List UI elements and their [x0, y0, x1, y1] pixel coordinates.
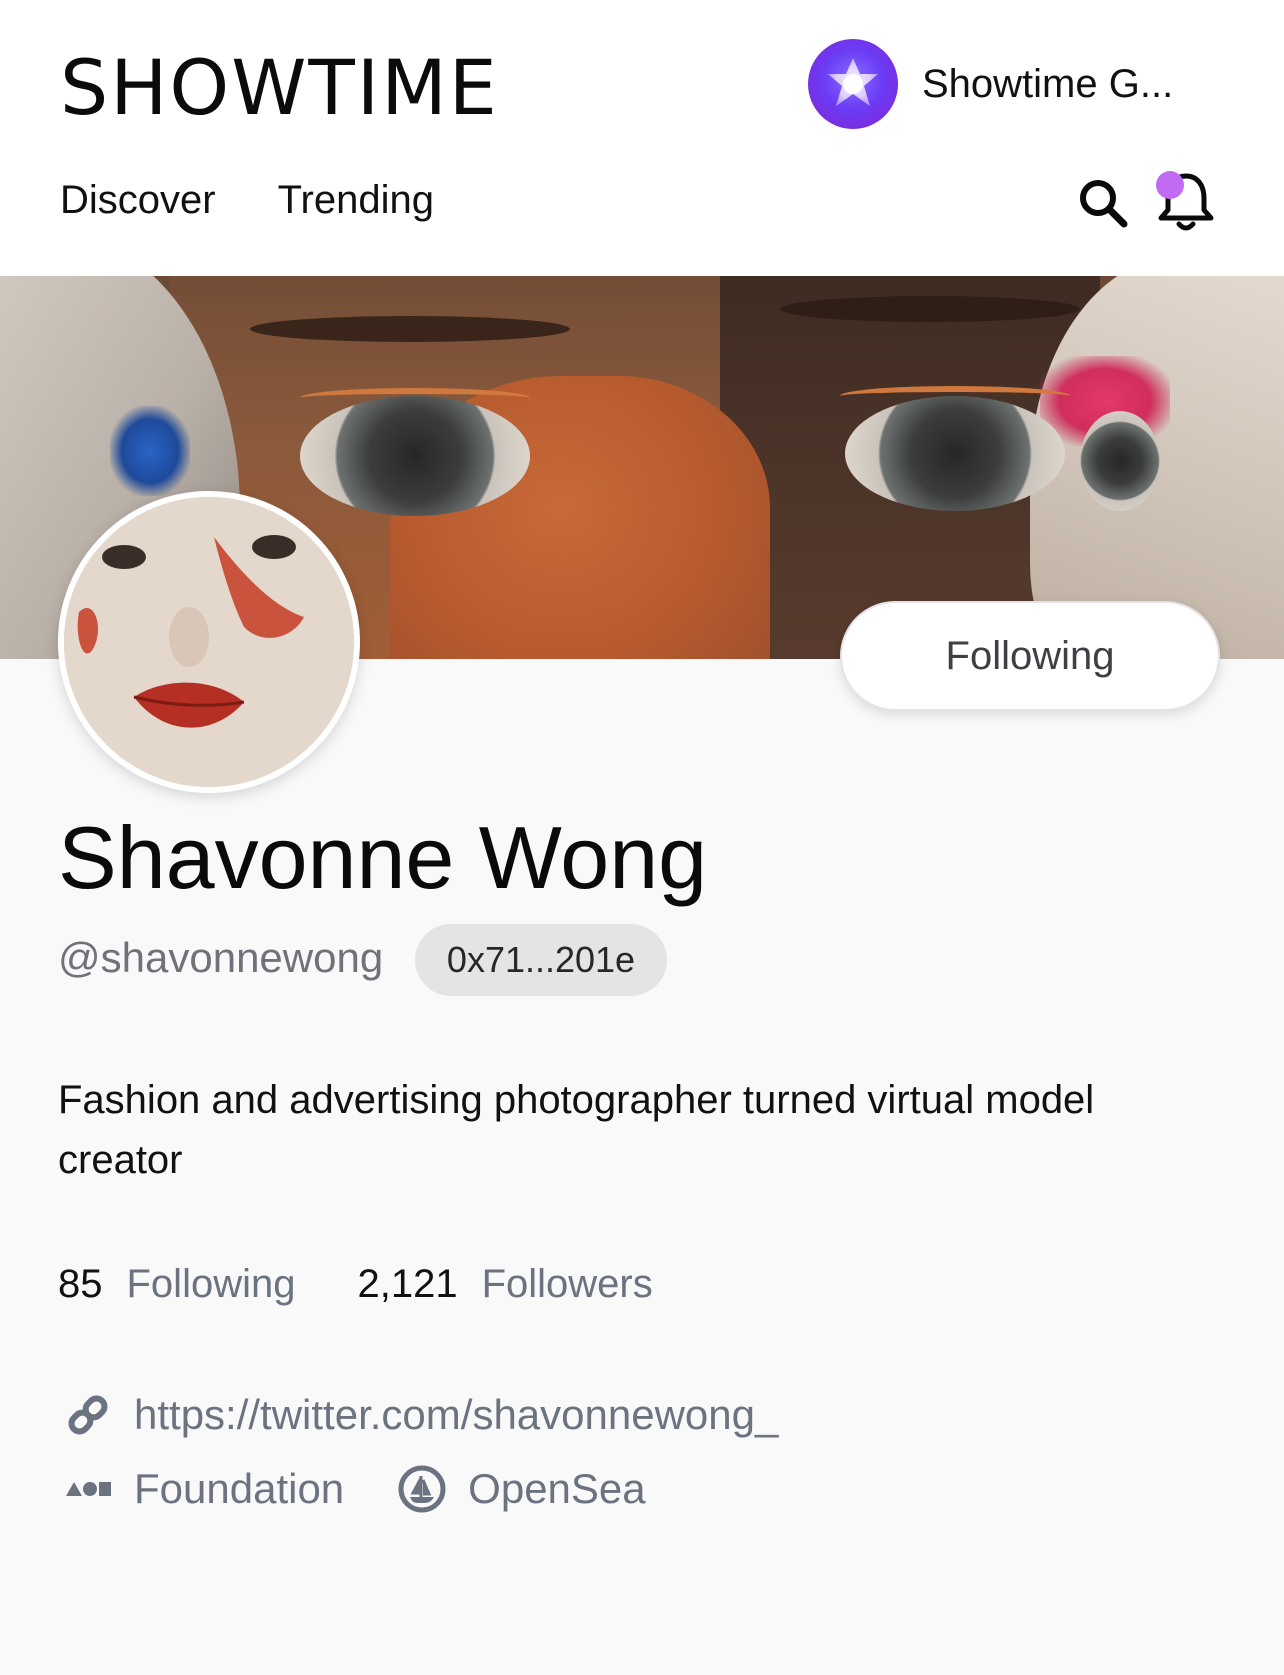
marketplace-links-row: Foundation OpenSea [58, 1454, 778, 1524]
link-icon [58, 1390, 118, 1440]
followers-count: 2,121 [357, 1262, 458, 1306]
search-icon [1080, 180, 1128, 228]
profile-bio: Fashion and advertising photographer tur… [58, 1078, 1095, 1182]
account-name: Showtime G... [922, 61, 1174, 106]
showtime-logo[interactable]: SHOWTIME [60, 38, 499, 138]
main-nav: Discover Trending [60, 178, 434, 223]
website-link-text: https://twitter.com/shavonnewong_ [134, 1391, 779, 1438]
top-header: SHOWTIME Showtime G... Discover Trending [0, 0, 1284, 276]
profile-handle: @shavonnewong [58, 934, 384, 981]
opensea-link-text: OpenSea [468, 1465, 646, 1512]
followers-label: Followers [481, 1262, 653, 1306]
profile-links: https://twitter.com/shavonnewong_ Founda… [58, 1380, 778, 1524]
following-label: Following [126, 1262, 296, 1306]
profile-stats: 85 Following 2,121 Followers [58, 1262, 653, 1307]
website-link[interactable]: https://twitter.com/shavonnewong_ [58, 1390, 778, 1440]
following-stat[interactable]: 85 Following [58, 1262, 295, 1307]
nav-discover[interactable]: Discover [60, 178, 216, 223]
notification-dot [1156, 171, 1184, 199]
opensea-icon [392, 1464, 452, 1514]
foundation-link[interactable]: Foundation [58, 1464, 344, 1514]
account-avatar [808, 39, 898, 129]
account-switcher[interactable]: Showtime G... [808, 38, 1173, 130]
foundation-link-text: Foundation [134, 1465, 345, 1512]
search-button[interactable] [1076, 176, 1130, 230]
star-icon [828, 58, 878, 106]
profile-name: Shavonne Wong [58, 808, 708, 907]
followers-stat[interactable]: 2,121 Followers [357, 1262, 652, 1307]
foundation-icon [58, 1464, 118, 1514]
nav-trending[interactable]: Trending [278, 178, 434, 223]
following-button[interactable]: Following [840, 601, 1220, 711]
website-link-row: https://twitter.com/shavonnewong_ [58, 1380, 778, 1450]
profile-avatar[interactable] [58, 491, 360, 793]
wallet-address-chip[interactable]: 0x71...201e [415, 924, 667, 996]
profile-photo-icon [64, 497, 354, 787]
following-count: 85 [58, 1262, 103, 1306]
opensea-link[interactable]: OpenSea [392, 1464, 646, 1514]
